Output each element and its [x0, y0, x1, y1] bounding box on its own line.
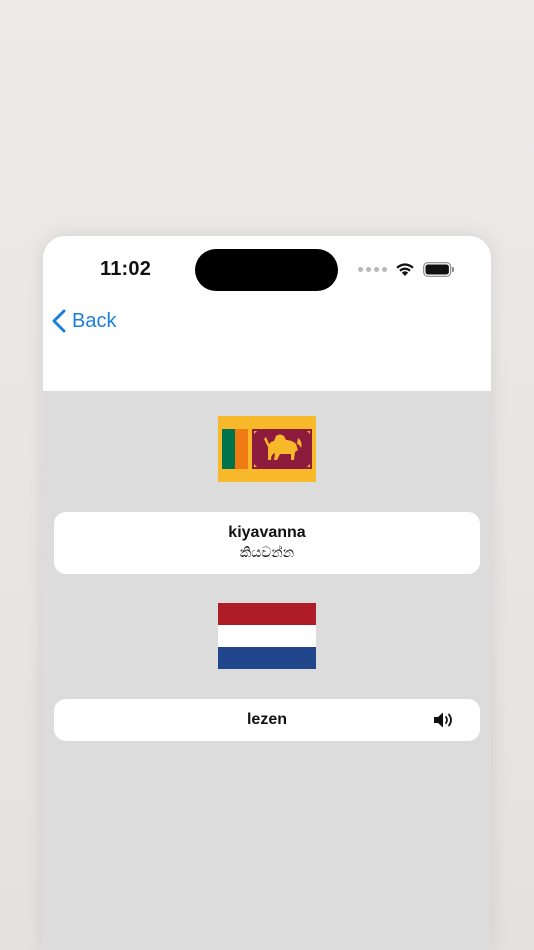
sri-lanka-flag-icon [218, 416, 316, 482]
signal-dots-icon [358, 267, 387, 272]
target-word: lezen [246, 711, 287, 728]
netherlands-flag-icon [218, 603, 316, 669]
status-time: 11:02 [100, 258, 152, 280]
phone-screen: 11:02 Back kiyavanna කියවන්න lezen [43, 236, 491, 950]
target-word-card[interactable]: lezen [54, 699, 480, 741]
back-label: Back [72, 309, 117, 332]
battery-icon [423, 262, 454, 277]
status-icons [358, 262, 455, 277]
back-button[interactable]: Back [52, 309, 116, 333]
navigation-bar: 11:02 Back [43, 236, 491, 391]
source-word-card: kiyavanna කියවන්න [54, 512, 480, 574]
dynamic-island [195, 249, 338, 291]
wifi-icon [396, 263, 414, 276]
chevron-left-icon [52, 309, 66, 333]
source-native-word: කියවන්න [239, 544, 295, 560]
speaker-icon[interactable] [432, 710, 456, 730]
source-word: kiyavanna [228, 524, 306, 541]
